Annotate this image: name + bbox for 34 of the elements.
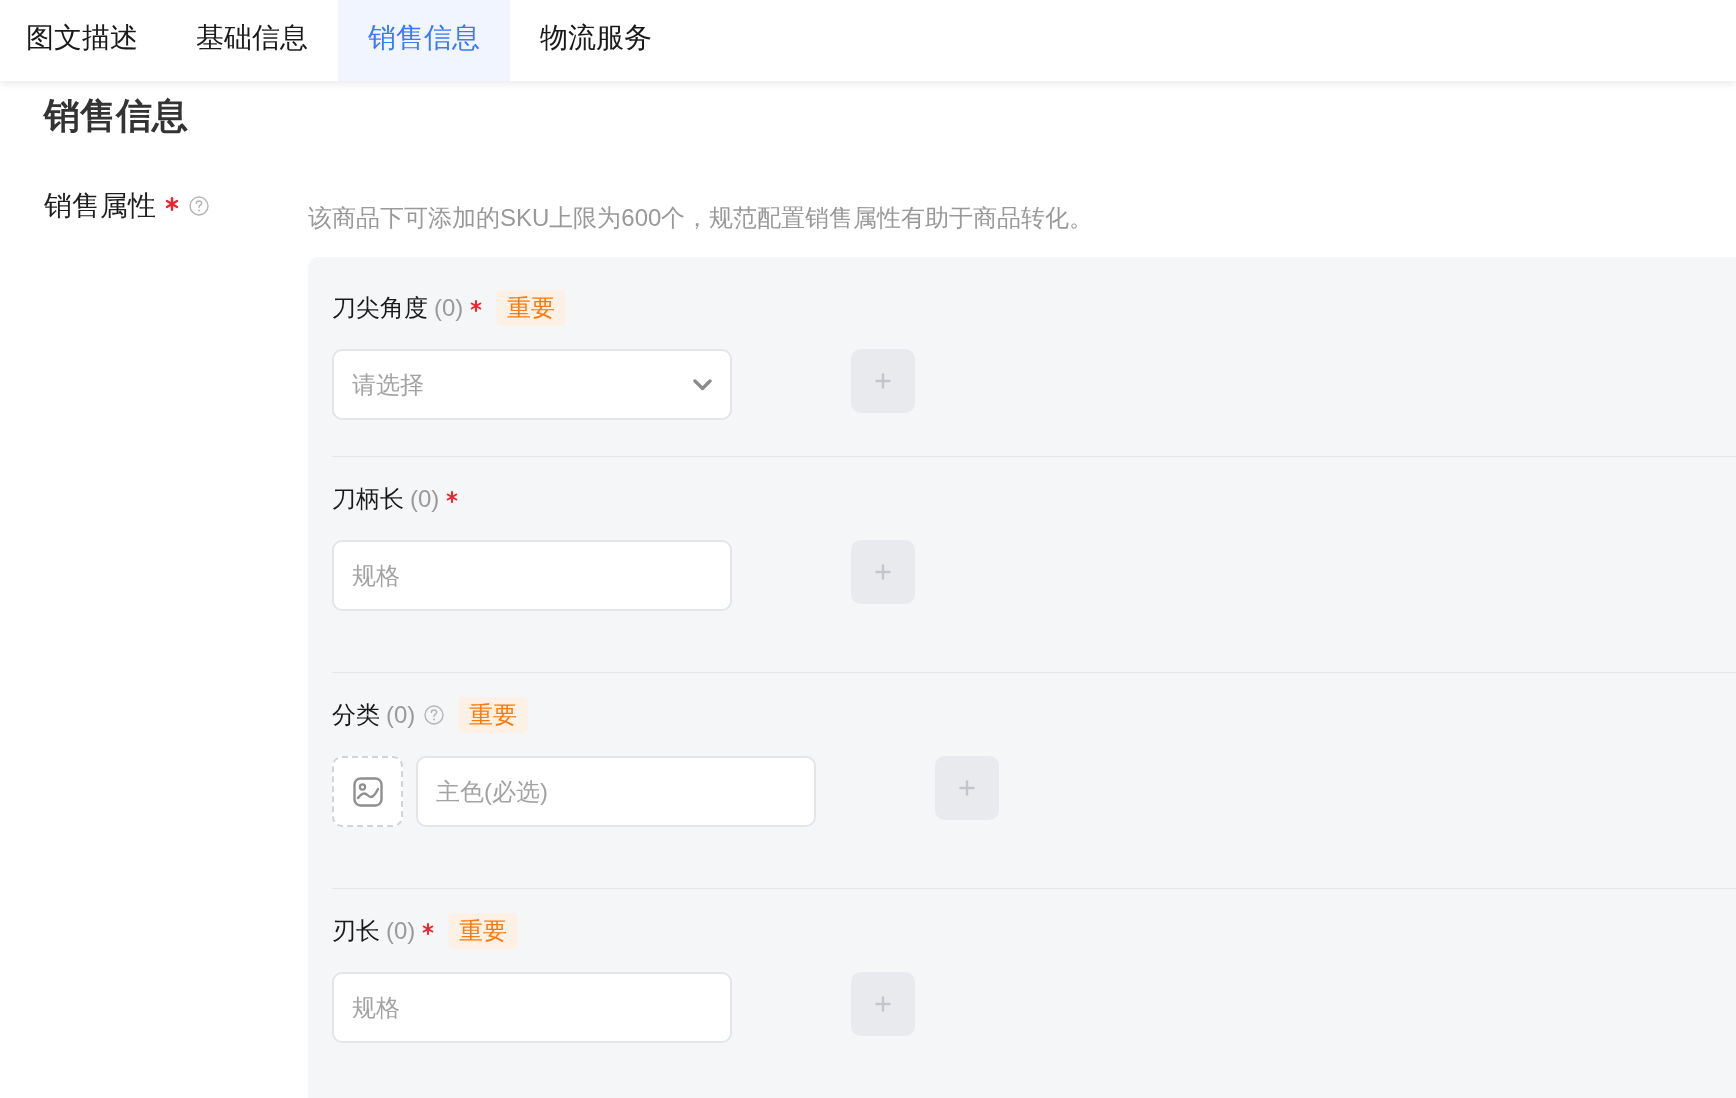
help-icon[interactable] xyxy=(424,705,445,725)
tab[interactable]: 图文描述 xyxy=(0,0,166,81)
add-button[interactable] xyxy=(935,756,999,820)
color-input[interactable]: 主色(必选) xyxy=(416,756,816,827)
attribute-name: 刃长 xyxy=(332,916,380,946)
important-tag: 重要 xyxy=(458,697,529,733)
plus-icon xyxy=(959,780,975,796)
add-button[interactable] xyxy=(851,540,915,604)
plus-icon xyxy=(875,373,891,389)
attribute-count: (0) xyxy=(386,701,416,729)
spec-input[interactable]: 规格 xyxy=(332,972,732,1043)
attribute-name: 刀尖角度 xyxy=(332,293,428,323)
add-button[interactable] xyxy=(851,349,915,413)
add-button[interactable] xyxy=(851,972,915,1036)
image-upload-button[interactable] xyxy=(332,756,403,827)
plus-icon xyxy=(875,996,891,1012)
chevron-down-icon xyxy=(693,378,712,391)
attribute-count: (0) xyxy=(434,294,464,322)
spec-input[interactable]: 规格 xyxy=(332,540,732,611)
section-title: 销售信息 xyxy=(44,94,188,138)
image-icon xyxy=(352,776,383,807)
field-label: 销售属性 xyxy=(44,189,156,223)
attribute-name: 分类 xyxy=(332,700,380,730)
attribute-count: (0) xyxy=(410,485,440,513)
help-icon[interactable] xyxy=(189,196,209,216)
tab[interactable]: 销售信息 xyxy=(338,0,510,81)
important-tag: 重要 xyxy=(496,290,567,326)
plus-icon xyxy=(875,564,891,580)
tab[interactable]: 物流服务 xyxy=(510,0,682,81)
attribute-name: 刀柄长 xyxy=(332,484,404,514)
tab[interactable]: 基础信息 xyxy=(166,0,338,81)
attribute-count: (0) xyxy=(386,917,416,945)
important-tag: 重要 xyxy=(448,913,519,949)
hint-text: 该商品下可添加的SKU上限为600个，规范配置销售属性有助于商品转化。 xyxy=(308,203,1094,233)
